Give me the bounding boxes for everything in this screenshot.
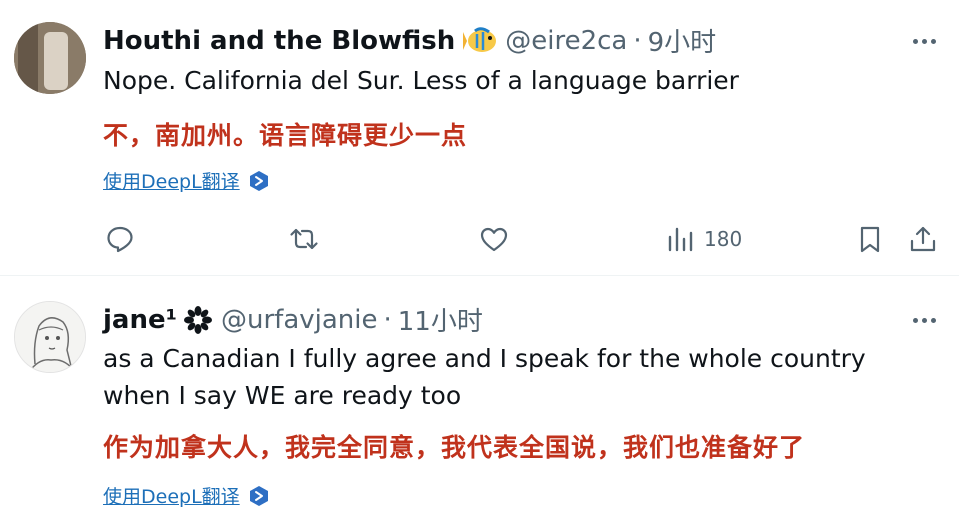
tweet[interactable]: Houthi and the Blowfish @eire2ca · 9小时 N…: [0, 0, 959, 276]
tweet[interactable]: jane¹ @urfavjanie · 11小时 as a Canadian I…: [0, 277, 959, 532]
avatar[interactable]: [14, 22, 86, 94]
deepl-link-label[interactable]: 使用DeepL翻译: [103, 167, 240, 194]
dot-icon: [912, 317, 918, 323]
bookmark-icon: [860, 226, 880, 253]
reply-button[interactable]: [105, 220, 135, 258]
reply-icon: [107, 226, 133, 253]
more-options-button[interactable]: [907, 303, 941, 337]
bookmark-button[interactable]: [855, 220, 885, 258]
retweet-button[interactable]: [289, 220, 319, 258]
heart-icon: [480, 227, 508, 252]
tropical-fish-icon: [463, 26, 497, 56]
display-name[interactable]: jane¹: [103, 305, 177, 335]
share-icon: [910, 226, 936, 252]
separator: ·: [383, 304, 392, 335]
views-count: 180: [704, 227, 743, 251]
translation-text: 不，南加州。语言障碍更少一点: [103, 121, 468, 150]
views-button[interactable]: 180: [666, 220, 742, 258]
dot-icon: [930, 38, 936, 44]
deepl-icon: [249, 485, 268, 506]
tweet-actions: 180: [103, 220, 943, 258]
tweet-header: jane¹ @urfavjanie · 11小时: [103, 301, 483, 338]
share-button[interactable]: [908, 220, 938, 258]
avatar[interactable]: [14, 301, 86, 373]
translation-text: 作为加拿大人，我完全同意，我代表全国说，我们也准备好了: [103, 433, 806, 462]
dot-icon: [930, 317, 936, 323]
display-name[interactable]: Houthi and the Blowfish: [103, 26, 455, 56]
handle[interactable]: @eire2ca: [505, 26, 627, 56]
deepl-link-label[interactable]: 使用DeepL翻译: [103, 482, 240, 509]
retweet-icon: [290, 228, 318, 250]
dot-icon: [921, 317, 927, 323]
separator: ·: [633, 25, 642, 56]
dot-icon: [921, 38, 927, 44]
tweet-text: as a Canadian I fully agree and I speak …: [103, 340, 866, 414]
dot-icon: [912, 38, 918, 44]
timestamp[interactable]: 9小时: [648, 22, 717, 59]
deepl-translate-link[interactable]: 使用DeepL翻译: [103, 482, 270, 509]
deepl-translate-link[interactable]: 使用DeepL翻译: [103, 167, 270, 194]
analytics-icon: [668, 227, 693, 252]
tweet-header: Houthi and the Blowfish @eire2ca · 9小时: [103, 22, 716, 59]
tweet-text: Nope. California del Sur. Less of a lang…: [103, 66, 739, 95]
tweet-text-line: when I say WE are ready too: [103, 381, 462, 410]
more-options-button[interactable]: [907, 24, 941, 58]
deepl-icon: [249, 170, 268, 191]
timestamp[interactable]: 11小时: [398, 301, 483, 338]
flower-icon: [183, 305, 213, 335]
tweet-text-line: as a Canadian I fully agree and I speak …: [103, 344, 866, 373]
handle[interactable]: @urfavjanie: [221, 305, 378, 335]
like-button[interactable]: [479, 220, 509, 258]
